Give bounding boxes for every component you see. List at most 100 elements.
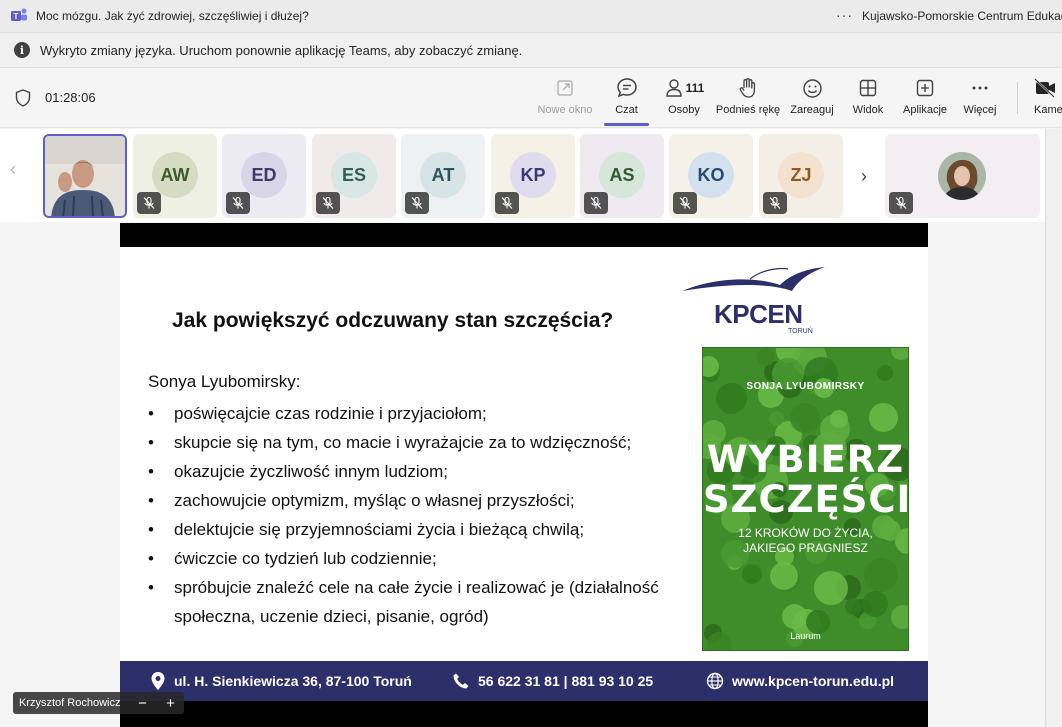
mic-off-icon	[143, 196, 155, 209]
footer-address: ul. H. Sienkiewicza 36, 87-100 Toruń	[150, 661, 412, 701]
zoom-in-button[interactable]: +	[156, 692, 184, 714]
smiley-icon	[802, 78, 822, 98]
mic-off-indicator	[316, 192, 340, 214]
clover-leaf	[770, 562, 798, 590]
mic-off-icon	[679, 196, 691, 209]
notice-text: Wykryto zmiany języka. Uruchom ponownie …	[40, 42, 523, 58]
participant-tile-video[interactable]	[43, 134, 127, 218]
footer-phones: 56 622 31 81 | 881 93 10 25	[452, 661, 653, 701]
raise-hand-button[interactable]: Podnieś rękę	[716, 76, 780, 122]
clover-leaf	[830, 410, 848, 428]
grid-view-icon	[859, 79, 877, 97]
mic-off-icon	[232, 196, 244, 209]
participant-initials: KP	[510, 152, 556, 198]
people-button[interactable]: 111 Osoby	[660, 76, 708, 122]
camera-button[interactable]: Kamera	[1034, 76, 1062, 122]
chevron-left-icon[interactable]: ‹	[10, 159, 16, 180]
react-label: Zareaguj	[790, 104, 834, 116]
react-button[interactable]: Zareaguj	[789, 76, 835, 122]
mic-off-icon	[501, 196, 513, 209]
window-title: Moc mózgu. Jak żyć zdrowiej, szczęśliwie…	[36, 9, 309, 23]
location-pin-icon	[151, 672, 165, 690]
camera-label: Kamera	[1034, 104, 1062, 116]
phone-icon	[453, 673, 469, 689]
shield-icon	[15, 89, 31, 107]
participant-initials: ED	[241, 152, 287, 198]
participant-tile-photo[interactable]	[885, 134, 1040, 218]
clover-leaf	[864, 558, 898, 592]
presenter-name-label: Krzysztof Rochowicz − +	[13, 692, 185, 714]
people-count: 111	[685, 81, 705, 95]
participant-initials: ES	[331, 152, 377, 198]
footer-website: www.kpcen-torun.edu.pl	[706, 661, 894, 701]
clover-leaf	[790, 403, 820, 433]
participant-tile[interactable]: AS	[580, 134, 664, 218]
participant-initials: KO	[688, 152, 734, 198]
slide-bullet-list: poświęcajcie czas rodzinie i przyjacioło…	[148, 399, 688, 631]
slide-bullet-item: skupcie się na tym, co macie i wyrażajci…	[148, 428, 688, 457]
book-title-line1: WYBIERZ	[706, 438, 905, 481]
pop-out-icon	[557, 80, 573, 96]
participant-tile[interactable]: ES	[312, 134, 396, 218]
active-tab-indicator	[604, 123, 649, 126]
mic-off-indicator	[226, 192, 250, 214]
mic-off-icon	[895, 196, 907, 209]
slide-bullet-item: delektujcie się przyjemnościami życia i …	[148, 515, 688, 544]
clover-leaf	[782, 604, 807, 629]
participant-tile[interactable]: KO	[669, 134, 753, 218]
chat-icon	[616, 78, 637, 98]
participant-video	[45, 136, 125, 216]
book-publisher: Laurum	[790, 631, 821, 641]
meeting-toolbar: 01:28:06 Nowe okno Czat 111 Osoby Podnie…	[0, 68, 1062, 128]
organization-name: Kujawsko-Pomorskie Centrum Edukac	[862, 9, 1062, 23]
chevron-right-button[interactable]: ›	[848, 134, 880, 218]
view-button[interactable]: Widok	[849, 76, 887, 122]
slide-title: Jak powiększyć odczuwany stan szczęścia?	[172, 309, 614, 332]
camera-off-icon	[1034, 78, 1055, 98]
mic-off-icon	[322, 196, 334, 209]
people-icon	[665, 79, 682, 97]
clover-leaf	[891, 348, 908, 360]
participant-tile[interactable]: KP	[491, 134, 575, 218]
hand-icon	[739, 78, 756, 98]
participant-tile[interactable]: ZJ	[759, 134, 843, 218]
slide-author: Sonya Lyubomirsky:	[148, 372, 301, 391]
participant-initials: AS	[599, 152, 645, 198]
footer-address-text: ul. H. Sienkiewicza 36, 87-100 Toruń	[174, 673, 412, 689]
clover-leaf	[742, 564, 762, 584]
presentation-slide: Jak powiększyć odczuwany stan szczęścia?…	[120, 247, 928, 661]
clover-leaf	[814, 571, 848, 605]
slide-bullet-item: okazujcie życzliwość innym ludziom;	[148, 457, 688, 486]
clover-leaf	[757, 348, 775, 366]
new-window-button[interactable]: Nowe okno	[536, 76, 594, 122]
more-button[interactable]: Więcej	[962, 76, 998, 122]
kpcen-logo-city: TORUŃ	[788, 328, 813, 335]
chat-button[interactable]: Czat	[604, 76, 649, 122]
participant-initials: AT	[420, 152, 466, 198]
clover-leaf	[869, 403, 898, 432]
toolbar-divider	[1017, 82, 1018, 114]
clover-leaf	[862, 591, 888, 617]
teams-logo-icon: T	[11, 8, 27, 21]
presenter-name: Krzysztof Rochowicz	[19, 697, 121, 709]
kpcen-logo-text: KPCEN	[714, 299, 803, 329]
clover-leaf	[769, 411, 784, 426]
zoom-out-button[interactable]: −	[128, 692, 156, 714]
mic-off-indicator	[495, 192, 519, 214]
book-title-line2: SZCZĘŚCIE	[703, 478, 908, 521]
clover-leaf	[845, 598, 862, 615]
slide-bullet-item: spróbujcie znaleźć cele na całe życie i …	[148, 573, 688, 631]
title-bar: T Moc mózgu. Jak żyć zdrowiej, szczęśliw…	[0, 0, 1062, 33]
participant-tile[interactable]: AT	[401, 134, 485, 218]
mic-off-icon	[590, 196, 602, 209]
more-options-icon[interactable]: ···	[836, 7, 853, 23]
participant-tile[interactable]: AW	[133, 134, 217, 218]
participant-tile[interactable]: ED	[222, 134, 306, 218]
clover-leaf	[877, 365, 893, 381]
apps-button[interactable]: Aplikacje	[900, 76, 950, 122]
clover-leaf	[891, 605, 908, 629]
book-author: SONJA LYUBOMIRSKY	[746, 381, 865, 392]
mic-off-indicator	[673, 192, 697, 214]
mic-off-icon	[769, 196, 781, 209]
mic-off-indicator	[763, 192, 787, 214]
